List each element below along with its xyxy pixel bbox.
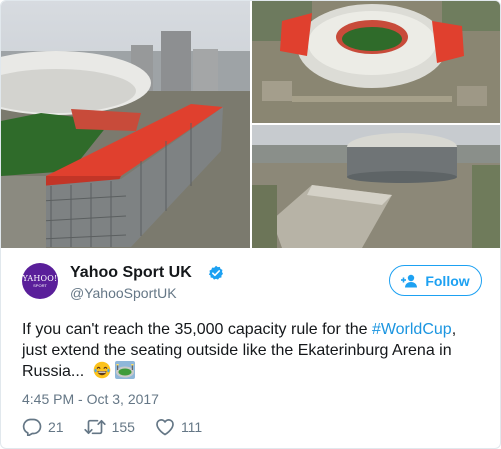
reply-icon [22,418,42,436]
reply-count: 21 [48,419,64,435]
stadium-photo-aerial[interactable] [252,1,500,123]
avatar[interactable]: YAHOO! SPORT [22,263,58,299]
tweet-text: If you can't reach the 35,000 capacity r… [22,319,482,385]
retweet-icon [83,419,106,435]
tweet-media[interactable] [1,1,500,248]
author-handle[interactable]: @YahooSportUK [70,285,177,301]
stadium-icon [114,361,135,385]
avatar-sub-label: SPORT [33,283,47,288]
stadium-photo-construction[interactable] [252,125,500,248]
tweet-actions: 21 155 111 [22,417,222,437]
hashtag-link[interactable]: #WorldCup [372,321,452,338]
like-count: 111 [180,419,203,435]
add-user-icon [401,274,418,287]
reply-button[interactable]: 21 [22,418,64,436]
follow-label: Follow [425,272,470,289]
tweet-header: YAHOO! SPORT Yahoo Sport UK @YahooSportU… [22,263,482,307]
verified-badge-icon [208,265,224,281]
stadium-photo-left[interactable] [1,1,250,248]
retweet-count: 155 [111,419,135,435]
tweet-timestamp[interactable]: 4:45 PM - Oct 3, 2017 [22,391,159,407]
retweet-button[interactable]: 155 [83,418,135,436]
avatar-logo: YAHOO! [22,274,58,283]
author-name[interactable]: Yahoo Sport UK [70,264,192,282]
tweet-card: YAHOO! SPORT Yahoo Sport UK @YahooSportU… [0,0,501,449]
heart-icon [156,419,174,436]
face-with-tears-of-joy-icon [93,361,111,385]
follow-button[interactable]: Follow [389,265,482,296]
tweet-text-part1: If you can't reach the 35,000 capacity r… [22,321,372,338]
like-button[interactable]: 111 [155,418,202,436]
